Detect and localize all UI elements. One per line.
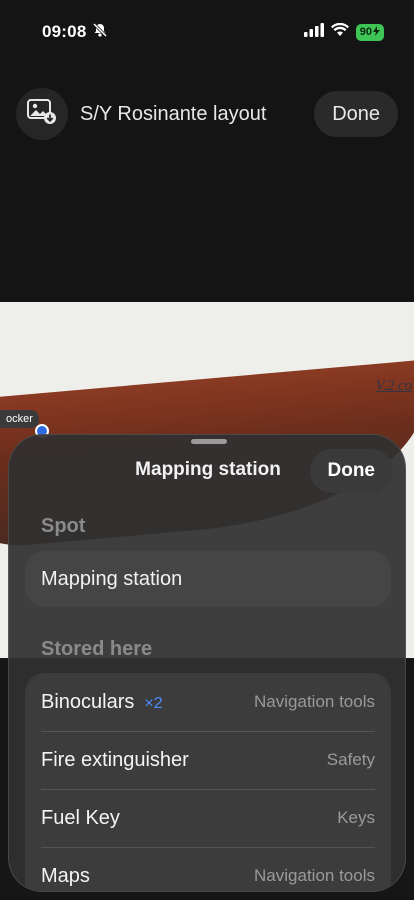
spot-detail-sheet: Mapping station Done Spot Mapping statio… — [8, 434, 406, 892]
status-time: 09:08 — [42, 22, 87, 41]
status-left: 09:08 — [42, 22, 108, 43]
photo-download-icon — [27, 98, 57, 130]
status-right: 90 — [303, 22, 384, 42]
battery-level: 90 — [359, 26, 372, 38]
item-category: Navigation tools — [254, 692, 375, 711]
item-category: Keys — [337, 808, 375, 827]
layout-title: S/Y Rosinante layout — [80, 102, 267, 125]
spot-section-label: Spot — [41, 515, 86, 537]
signal-icon — [303, 22, 324, 42]
item-category: Navigation tools — [254, 866, 375, 885]
item-left: Maps — [41, 865, 90, 888]
bell-slash-icon — [92, 22, 108, 43]
item-name: Fire extinguisher — [41, 748, 189, 771]
top-toolbar: S/Y Rosinante layout Done — [0, 88, 414, 140]
sheet-done-button[interactable]: Done — [309, 449, 393, 493]
sheet-grabber[interactable] — [191, 439, 227, 444]
spot-marker-label[interactable]: ocker — [0, 410, 39, 428]
spot-name-value: Mapping station — [41, 567, 183, 590]
list-item[interactable]: Fuel Key Keys — [25, 789, 391, 847]
done-button-top[interactable]: Done — [314, 91, 398, 137]
item-category: Safety — [326, 750, 375, 769]
stored-items-list: Binoculars ×2 Navigation tools Fire exti… — [25, 673, 391, 891]
plan-annotation: V.2 co — [375, 378, 412, 394]
import-image-button[interactable] — [16, 88, 68, 140]
wifi-icon — [330, 22, 349, 42]
item-name: Maps — [41, 864, 90, 887]
list-item[interactable]: Fire extinguisher Safety — [25, 731, 391, 789]
spot-name-field[interactable]: Mapping station — [25, 551, 391, 607]
list-item[interactable]: Binoculars ×2 Navigation tools — [25, 673, 391, 731]
item-left: Fuel Key — [41, 807, 120, 830]
charging-bolt-icon — [373, 25, 380, 39]
stored-section-label: Stored here — [41, 638, 153, 660]
item-quantity: ×2 — [144, 694, 163, 712]
item-name: Fuel Key — [41, 806, 120, 829]
item-name: Binoculars — [41, 690, 135, 713]
list-item[interactable]: Maps Navigation tools — [25, 847, 391, 891]
sheet-header: Mapping station Done — [9, 449, 405, 493]
status-bar: 09:08 90 — [0, 0, 414, 64]
item-left: Binoculars ×2 — [41, 691, 163, 714]
battery-indicator: 90 — [355, 23, 384, 41]
item-left: Fire extinguisher — [41, 749, 189, 772]
